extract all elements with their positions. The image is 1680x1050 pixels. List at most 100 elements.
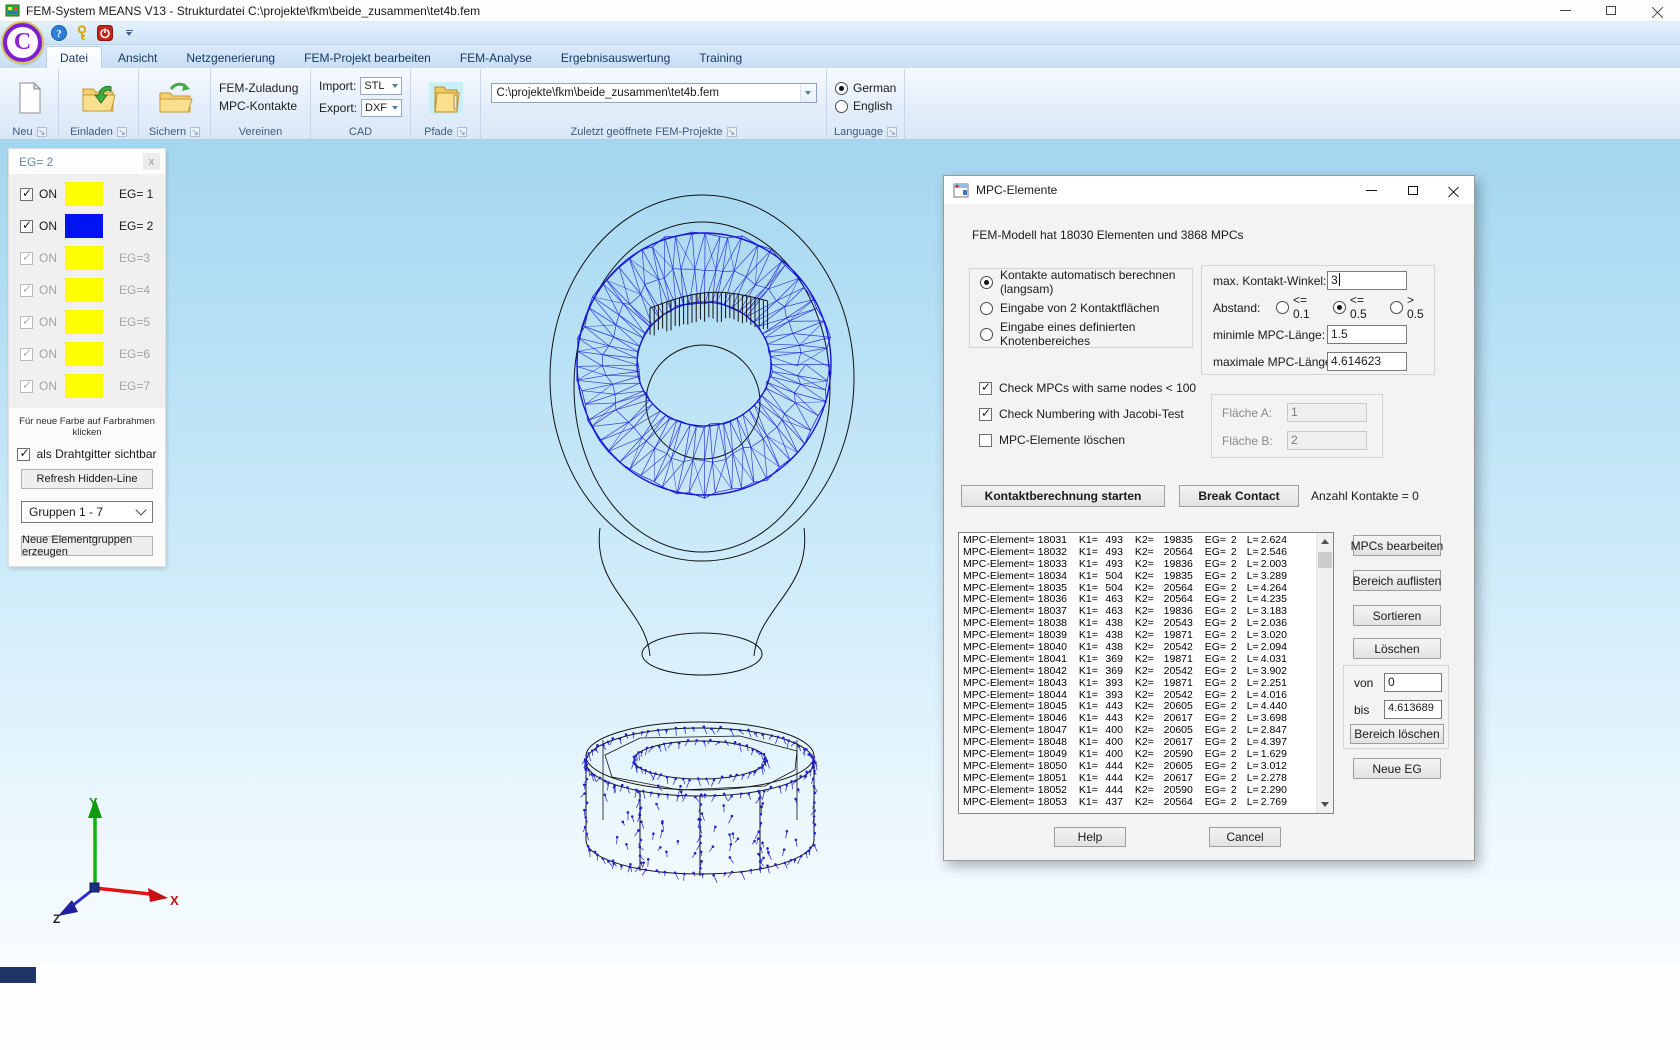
groups-select[interactable]: Gruppen 1 - 7 — [21, 501, 153, 523]
bereich-loeschen-button[interactable]: Bereich löschen — [1350, 724, 1444, 744]
window-close-button[interactable] — [1634, 0, 1680, 21]
abstand-option[interactable]: <= 0.5 — [1333, 298, 1384, 316]
min-mpc-laenge-input[interactable]: 1.5 — [1327, 325, 1407, 344]
customize-toolbar-button[interactable] — [121, 30, 137, 36]
ribbon-tab[interactable]: FEM-Projekt bearbeiten — [291, 47, 444, 68]
ribbon-tab[interactable]: Training — [686, 47, 755, 68]
contact-mode-option[interactable]: Eingabe eines definierten Knotenbereiche… — [970, 321, 1192, 347]
mpc-list-row[interactable]: MPC-Element=18041 K1=369 K2=19871 EG=2 L… — [963, 654, 1315, 666]
scroll-up-button[interactable] — [1317, 533, 1333, 550]
ribbon-tab[interactable]: FEM-Analyse — [447, 47, 545, 68]
eg-color-swatch[interactable] — [65, 310, 103, 334]
radio-icon — [1276, 301, 1289, 314]
recent-projects-combobox[interactable]: C:\projekte\fkm\beide_zusammen\tet4b.fem — [491, 83, 817, 103]
abstand-option[interactable]: > 0.5 — [1390, 298, 1434, 316]
von-input[interactable]: 0 — [1384, 673, 1442, 692]
save-project-button[interactable] — [149, 69, 201, 123]
eg-color-swatch[interactable] — [65, 342, 103, 366]
ribbon-tab[interactable]: Ergebnisauswertung — [548, 47, 683, 68]
eg-on-checkbox[interactable] — [20, 284, 33, 297]
break-contact-button[interactable]: Break Contact — [1179, 485, 1299, 507]
eg-on-checkbox[interactable] — [20, 220, 33, 233]
mpc-list-row[interactable]: MPC-Element=18051 K1=444 K2=20617 EG=2 L… — [963, 773, 1315, 785]
dialog-launcher-icon[interactable] — [37, 127, 47, 137]
eg-panel-close-button[interactable] — [143, 153, 160, 170]
window-minimize-button[interactable] — [1542, 0, 1588, 21]
mpc-list-row[interactable]: MPC-Element=18034 K1=504 K2=19835 EG=2 L… — [963, 571, 1315, 583]
fem-zuladung-button[interactable]: FEM-Zuladung — [219, 81, 302, 95]
exit-button[interactable] — [96, 25, 113, 42]
dialog-launcher-icon[interactable] — [457, 127, 467, 137]
eg-color-swatch[interactable] — [65, 246, 103, 270]
cancel-button[interactable]: Cancel — [1209, 827, 1281, 847]
ribbon-tab[interactable]: Netzgenerierung — [173, 47, 288, 68]
dialog-title-bar[interactable]: MPC-Elemente — [944, 176, 1474, 204]
export-format-select[interactable]: DXF — [361, 99, 402, 117]
flaeche-a-input: 1 — [1287, 403, 1367, 422]
eg-color-swatch[interactable] — [65, 214, 103, 238]
scrollbar-thumb[interactable] — [1318, 552, 1332, 568]
eg-on-checkbox[interactable] — [20, 380, 33, 393]
window-maximize-button[interactable] — [1588, 0, 1634, 21]
dialog-minimize-button[interactable] — [1351, 176, 1392, 204]
eg-color-swatch[interactable] — [65, 278, 103, 302]
combobox-dropdown-button[interactable] — [800, 84, 816, 102]
help-button[interactable]: ? — [50, 25, 67, 42]
ribbon-tab[interactable]: Datei — [46, 46, 102, 68]
eg-on-checkbox[interactable] — [20, 348, 33, 361]
app-logo[interactable]: C — [3, 23, 42, 62]
model-viewport[interactable]: Y X Z EG= 2 ON EG= 1 — [0, 140, 1680, 1050]
check-option[interactable]: Check Numbering with Jacobi-Test — [979, 401, 1196, 427]
eg-on-checkbox[interactable] — [20, 316, 33, 329]
dialog-launcher-icon[interactable] — [117, 127, 127, 137]
mpc-list-row[interactable]: MPC-Element=18043 K1=393 K2=19871 EG=2 L… — [963, 678, 1315, 690]
paths-button[interactable] — [420, 69, 472, 123]
max-mpc-laenge-input[interactable]: 4.614623 — [1327, 352, 1407, 371]
open-project-button[interactable] — [73, 69, 125, 123]
neue-eg-button[interactable]: Neue EG — [1353, 758, 1441, 779]
import-format-select[interactable]: STL — [360, 77, 402, 95]
scroll-down-button[interactable] — [1317, 796, 1333, 813]
dialog-launcher-icon[interactable] — [887, 127, 897, 137]
eg-row: ON EG=7 — [9, 370, 165, 402]
mpc-list-row[interactable]: MPC-Element=18033 K1=493 K2=19836 EG=2 L… — [963, 559, 1315, 571]
abstand-option[interactable]: <= 0.1 — [1276, 298, 1327, 316]
bis-input[interactable]: 4.613689 — [1384, 700, 1442, 719]
mpc-kontakte-button[interactable]: MPC-Kontakte — [219, 99, 302, 113]
refresh-hidden-line-button[interactable]: Refresh Hidden-Line — [21, 469, 153, 489]
eg-color-swatch[interactable] — [65, 182, 103, 206]
new-element-groups-button[interactable]: Neue Elementgruppen erzeugen — [21, 536, 153, 556]
eg-color-swatch[interactable] — [65, 374, 103, 398]
mpcs-bearbeiten-button[interactable]: MPCs bearbeiten — [1353, 535, 1441, 556]
dialog-launcher-icon[interactable] — [727, 127, 737, 137]
check-option[interactable]: MPC-Elemente löschen — [979, 427, 1196, 453]
eg-on-checkbox[interactable] — [20, 188, 33, 201]
mpc-list-row[interactable]: MPC-Element=18053 K1=437 K2=20564 EG=2 L… — [963, 797, 1315, 809]
dialog-launcher-icon[interactable] — [190, 127, 200, 137]
mpc-list-row[interactable]: MPC-Element=18042 K1=369 K2=20542 EG=2 L… — [963, 666, 1315, 678]
eg-on-checkbox[interactable] — [20, 252, 33, 265]
sortieren-button[interactable]: Sortieren — [1353, 605, 1441, 626]
contact-mode-option[interactable]: Eingabe von 2 Kontaktflächen — [970, 295, 1192, 321]
mpc-list-row[interactable]: MPC-Element=18052 K1=444 K2=20590 EG=2 L… — [963, 785, 1315, 797]
contact-mode-option[interactable]: Kontakte automatisch berechnen (langsam) — [970, 269, 1192, 295]
mpc-list-row[interactable]: MPC-Element=18032 K1=493 K2=20564 EG=2 L… — [963, 547, 1315, 559]
dialog-maximize-button[interactable] — [1392, 176, 1433, 204]
bereich-auflisten-button[interactable]: Bereich auflisten — [1353, 570, 1441, 591]
loeschen-button[interactable]: Löschen — [1353, 638, 1441, 659]
folder-icon — [428, 81, 464, 115]
list-scrollbar[interactable] — [1316, 533, 1333, 813]
language-english-option[interactable]: English — [835, 99, 896, 113]
check-option[interactable]: Check MPCs with same nodes < 100 — [979, 375, 1196, 401]
wireframe-checkbox[interactable] — [17, 448, 30, 461]
help-button[interactable]: Help — [1054, 827, 1126, 847]
new-project-button[interactable] — [7, 69, 53, 123]
license-key-button[interactable] — [73, 25, 90, 42]
mpc-element-listbox[interactable]: MPC-Element=18031 K1=493 K2=19835 EG=2 L… — [958, 532, 1334, 814]
language-german-option[interactable]: German — [835, 81, 896, 95]
ribbon-tab[interactable]: Ansicht — [105, 47, 170, 68]
start-contact-calculation-button[interactable]: Kontaktberechnung starten — [961, 485, 1165, 507]
dialog-close-button[interactable] — [1433, 176, 1474, 204]
wireframe-visible-option[interactable]: als Drahtgitter sichtbar — [9, 447, 165, 461]
kontakt-winkel-input[interactable]: 3 — [1327, 271, 1407, 290]
